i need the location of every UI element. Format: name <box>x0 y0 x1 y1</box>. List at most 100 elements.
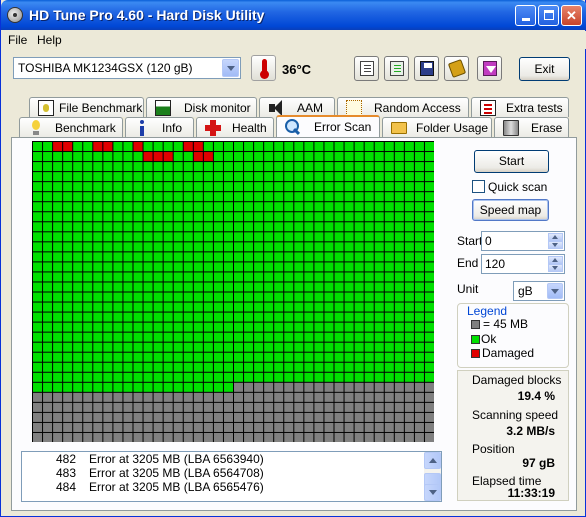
spin-down-icon[interactable] <box>548 264 563 272</box>
scan-block <box>294 332 304 342</box>
scan-block <box>284 252 294 262</box>
scan-block <box>244 422 254 432</box>
start-scan-button[interactable]: Start <box>474 150 549 173</box>
tab-benchmark[interactable]: Benchmark <box>19 117 123 137</box>
log-row[interactable]: 483 Error at 3205 MB (LBA 6564708) <box>22 466 441 480</box>
end-position-input[interactable]: 120 <box>481 254 565 274</box>
scan-block <box>414 392 424 402</box>
scan-block <box>284 162 294 172</box>
scan-block <box>344 242 354 252</box>
scan-block <box>234 272 244 282</box>
scroll-down-icon[interactable] <box>424 484 441 501</box>
scan-block <box>103 352 113 362</box>
copy-text-button[interactable] <box>354 56 379 81</box>
start-position-value: 0 <box>485 234 492 248</box>
scan-block <box>113 242 123 252</box>
spin-up-icon[interactable] <box>548 256 563 264</box>
tab-file-benchmark[interactable]: File Benchmark <box>29 97 144 117</box>
start-position-label: Start <box>457 234 483 248</box>
save-button[interactable] <box>414 56 439 81</box>
scroll-up-icon[interactable] <box>424 452 441 469</box>
scan-block <box>334 182 344 192</box>
unit-label: Unit <box>457 282 479 296</box>
scan-block <box>244 312 254 322</box>
tab-error-scan[interactable]: Error Scan <box>276 115 380 137</box>
scan-block <box>394 272 404 282</box>
scan-block <box>414 422 424 432</box>
scan-block <box>354 212 364 222</box>
scan-block <box>113 262 123 272</box>
scan-block <box>33 282 43 292</box>
chevron-down-icon[interactable] <box>222 59 239 77</box>
menu-file[interactable]: File <box>8 33 27 47</box>
scan-block <box>193 192 203 202</box>
scan-block <box>414 312 424 322</box>
scan-block <box>414 322 424 332</box>
tab-extra-tests[interactable]: Extra tests <box>471 97 569 117</box>
scan-block <box>384 432 394 442</box>
tab-health[interactable]: Health <box>196 117 274 137</box>
scan-block <box>53 392 63 402</box>
unit-select[interactable]: gB <box>513 281 565 301</box>
scan-block <box>374 182 384 192</box>
scan-block <box>344 332 354 342</box>
tab-folder-usage[interactable]: Folder Usage <box>382 117 492 137</box>
scan-block <box>73 302 83 312</box>
start-position-input[interactable]: 0 <box>481 231 565 251</box>
exit-button[interactable]: Exit <box>519 57 570 81</box>
tab-info[interactable]: Info <box>125 117 194 137</box>
scan-block <box>123 142 133 152</box>
scan-block <box>254 322 264 332</box>
scan-block <box>244 342 254 352</box>
scan-block <box>93 312 103 322</box>
chevron-down-icon[interactable] <box>547 283 563 299</box>
log-scrollbar[interactable] <box>424 452 441 501</box>
scan-block <box>33 362 43 372</box>
scan-block <box>33 162 43 172</box>
tab-disk-monitor[interactable]: Disk monitor <box>146 97 257 117</box>
scan-block <box>334 302 344 312</box>
spin-down-icon[interactable] <box>548 241 563 249</box>
scan-block <box>294 412 304 422</box>
scan-block <box>324 382 334 392</box>
minimize-button[interactable] <box>515 5 536 26</box>
title-bar[interactable]: HD Tune Pro 4.60 - Hard Disk Utility ✕ <box>1 0 586 30</box>
scan-block <box>33 342 43 352</box>
scan-block <box>364 382 374 392</box>
scan-block <box>43 162 53 172</box>
scan-block <box>73 252 83 262</box>
speed-map-button[interactable]: Speed map <box>472 199 549 221</box>
options-button[interactable] <box>444 56 469 81</box>
scan-block <box>424 172 434 182</box>
log-row-message: Error at 3205 MB (LBA 6564708) <box>89 466 264 480</box>
scan-block <box>193 322 203 332</box>
drive-select[interactable]: TOSHIBA MK1234GSX (120 gB) <box>13 57 241 79</box>
log-row[interactable]: 482 Error at 3205 MB (LBA 6563940) <box>22 452 441 466</box>
scan-block <box>364 232 374 242</box>
tab-aam[interactable]: AAM <box>259 97 335 117</box>
download-button[interactable] <box>477 56 502 81</box>
copy-screenshot-button[interactable] <box>384 56 409 81</box>
close-button[interactable]: ✕ <box>561 5 582 26</box>
scan-block <box>424 262 434 272</box>
scan-block <box>43 252 53 262</box>
scan-block <box>73 142 83 152</box>
tab-erase[interactable]: Erase <box>494 117 569 137</box>
save-icon <box>420 61 434 76</box>
log-row[interactable]: 484 Error at 3205 MB (LBA 6565476) <box>22 480 441 494</box>
scan-block <box>93 322 103 332</box>
scan-block <box>414 412 424 422</box>
scan-block <box>314 212 324 222</box>
scan-block <box>213 232 223 242</box>
scan-block <box>133 432 143 442</box>
scan-block <box>294 392 304 402</box>
maximize-button[interactable] <box>538 5 559 26</box>
menu-help[interactable]: Help <box>37 33 62 47</box>
quick-scan-checkbox[interactable] <box>472 180 485 193</box>
error-log-list[interactable]: 482 Error at 3205 MB (LBA 6563940) 483 E… <box>21 451 442 502</box>
spin-up-icon[interactable] <box>548 233 563 241</box>
scan-block <box>404 332 414 342</box>
tab-random-access[interactable]: Random Access <box>337 97 469 117</box>
scan-block <box>244 352 254 362</box>
scan-block <box>384 162 394 172</box>
